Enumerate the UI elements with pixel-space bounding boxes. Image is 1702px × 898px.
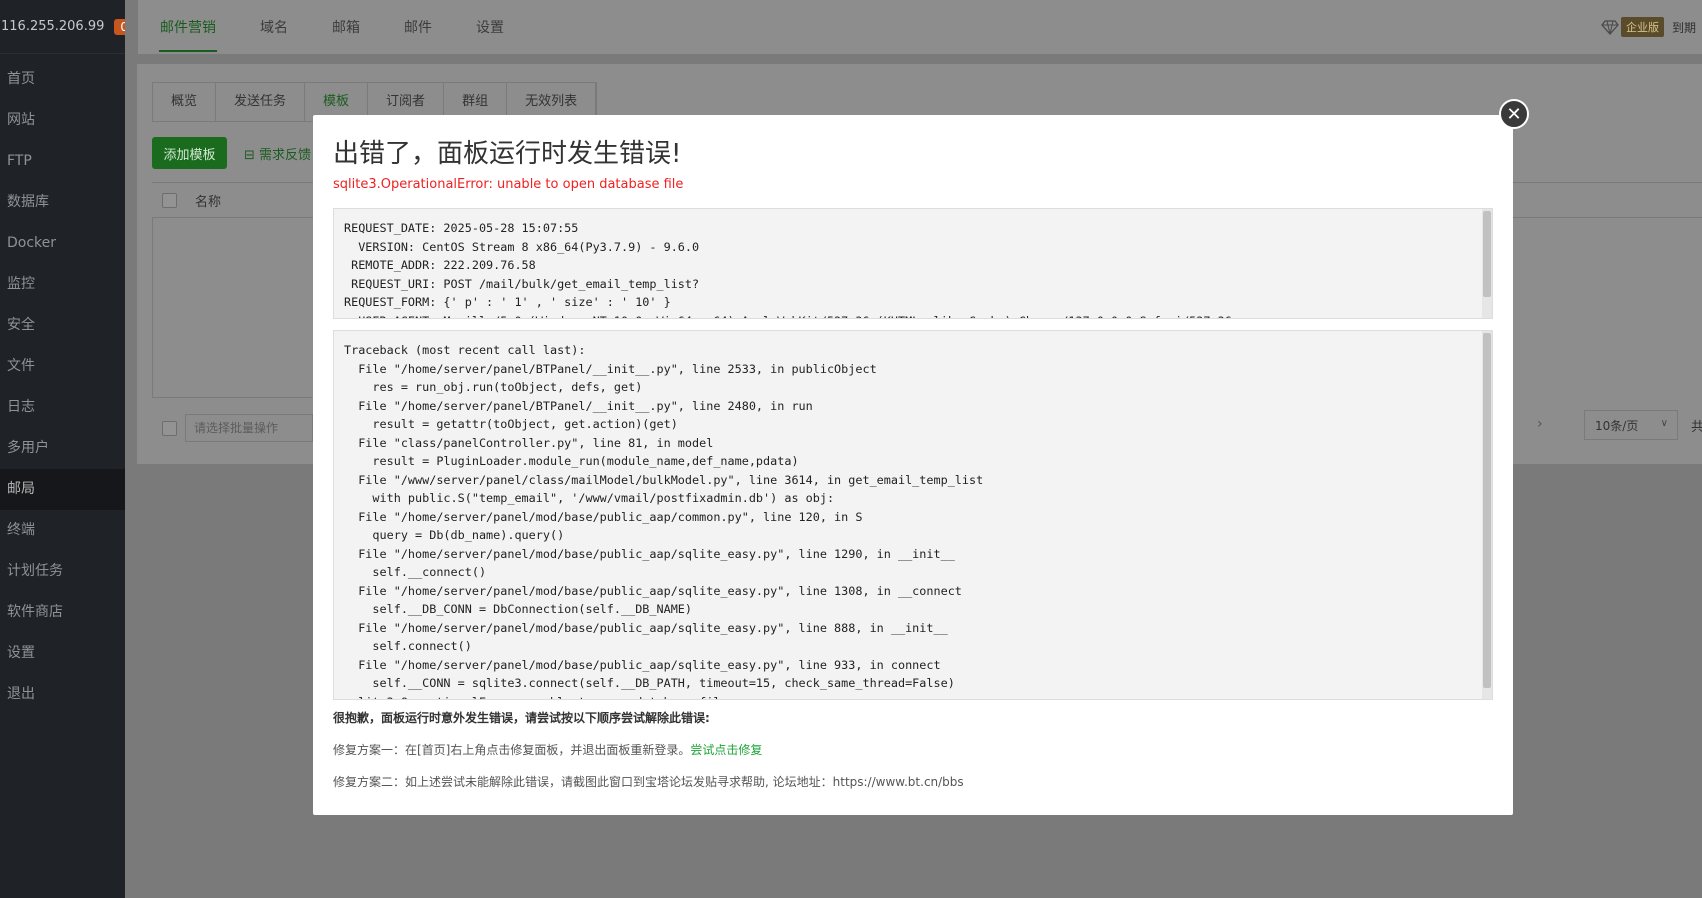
apology-text: 很抱歉，面板运行时意外发生错误，请尝试按以下顺序尝试解除此错误: xyxy=(333,711,710,725)
traceback-box[interactable]: Traceback (most recent call last): File … xyxy=(333,330,1493,700)
enterprise-badge: 企业版 xyxy=(1620,17,1664,37)
chevron-down-icon: ∨ xyxy=(1660,418,1668,429)
batch-checkbox[interactable] xyxy=(162,420,177,436)
sidebar-item-terminal[interactable]: 终端 xyxy=(0,510,125,551)
batch-bar: 请选择批量操作 xyxy=(152,414,313,442)
sidebar-item-logs[interactable]: 日志 xyxy=(0,387,125,428)
subtab-overview[interactable]: 概览 xyxy=(153,83,217,121)
modal-title: 出错了，面板运行时发生错误! xyxy=(333,139,682,169)
column-header-name: 名称 xyxy=(195,194,222,210)
sidebar-item-security[interactable]: 安全 xyxy=(0,305,125,346)
sidebar-item-logout[interactable]: 退出 xyxy=(0,674,125,715)
feedback-icon: ⊟ xyxy=(244,148,255,163)
sidebar: 116.255.206.99 0 首页 网站 FTP 数据库 Docker 监控… xyxy=(0,0,135,898)
fix-option-one-text: 修复方案一：在[首页]右上角点击修复面板，并退出面板重新登录。 xyxy=(333,743,691,757)
sidebar-item-settings[interactable]: 设置 xyxy=(0,633,125,674)
sidebar-item-docker[interactable]: Docker xyxy=(0,223,125,264)
sidebar-item-files[interactable]: 文件 xyxy=(0,346,125,387)
sidebar-item-ftp[interactable]: FTP xyxy=(0,141,125,182)
error-message: sqlite3.OperationalError: unable to open… xyxy=(333,177,684,192)
table-body xyxy=(152,218,312,398)
server-ip-header: 116.255.206.99 0 xyxy=(0,0,135,54)
tab-mail[interactable]: 邮件 xyxy=(382,0,454,54)
close-icon[interactable]: ✕ xyxy=(1499,99,1529,129)
request-info-box[interactable]: REQUEST_DATE: 2025-05-28 15:07:55 VERSIO… xyxy=(333,208,1493,319)
sidebar-item-multiuser[interactable]: 多用户 xyxy=(0,428,125,469)
next-page-icon[interactable]: › xyxy=(1537,416,1543,432)
repair-link[interactable]: 尝试点击修复 xyxy=(690,743,762,757)
top-right-area: 企业版 到期 xyxy=(1601,0,1702,54)
scrollbar-thumb[interactable] xyxy=(1483,333,1491,688)
sidebar-item-cron[interactable]: 计划任务 xyxy=(0,551,125,592)
error-modal: 出错了，面板运行时发生错误! sqlite3.OperationalError:… xyxy=(313,115,1513,815)
diamond-icon xyxy=(1601,20,1619,35)
expiry-link[interactable]: 到期 xyxy=(1672,19,1696,36)
tab-settings[interactable]: 设置 xyxy=(454,0,526,54)
traceback-text: Traceback (most recent call last): File … xyxy=(344,343,984,699)
select-all-checkbox[interactable] xyxy=(162,192,177,208)
request-info-text: REQUEST_DATE: 2025-05-28 15:07:55 VERSIO… xyxy=(344,221,1232,318)
sidebar-item-database[interactable]: 数据库 xyxy=(0,182,125,223)
subtab-send-tasks[interactable]: 发送任务 xyxy=(216,83,306,121)
server-ip[interactable]: 116.255.206.99 xyxy=(1,19,104,34)
tab-domain[interactable]: 域名 xyxy=(238,0,310,54)
scrollbar-thumb[interactable] xyxy=(1483,211,1491,297)
sidebar-item-mail[interactable]: 邮局 xyxy=(0,469,125,510)
page-size-select[interactable]: 10条/页 ∨ xyxy=(1584,410,1678,440)
traceback-scrollbar[interactable] xyxy=(1482,331,1492,699)
sidebar-menu: 首页 网站 FTP 数据库 Docker 监控 安全 文件 日志 多用户 邮局 … xyxy=(0,59,125,715)
sidebar-item-website[interactable]: 网站 xyxy=(0,100,125,141)
sidebar-item-monitor[interactable]: 监控 xyxy=(0,264,125,305)
sidebar-item-appstore[interactable]: 软件商店 xyxy=(0,592,125,633)
request-info-scrollbar[interactable] xyxy=(1482,209,1492,318)
tab-mailbox[interactable]: 邮箱 xyxy=(310,0,382,54)
sidebar-item-home[interactable]: 首页 xyxy=(0,59,125,100)
tab-mail-marketing[interactable]: 邮件营销 xyxy=(138,0,238,54)
page-size-value: 10条/页 xyxy=(1595,418,1639,433)
fix-option-one: 修复方案一：在[首页]右上角点击修复面板，并退出面板重新登录。尝试点击修复 xyxy=(333,741,762,758)
add-template-button[interactable]: 添加模板 xyxy=(152,137,227,169)
fix-option-two: 修复方案二：如上述尝试未能解除此错误，请截图此窗口到宝塔论坛发贴寻求帮助, 论坛… xyxy=(333,775,964,789)
feedback-label: 需求反馈 xyxy=(259,148,312,163)
total-count: 共 xyxy=(1691,420,1702,435)
batch-operation-select[interactable]: 请选择批量操作 xyxy=(185,414,313,442)
feedback-link[interactable]: ⊟ 需求反馈 xyxy=(244,144,311,163)
top-nav: 邮件营销 域名 邮箱 邮件 设置 企业版 到期 xyxy=(138,0,1702,54)
